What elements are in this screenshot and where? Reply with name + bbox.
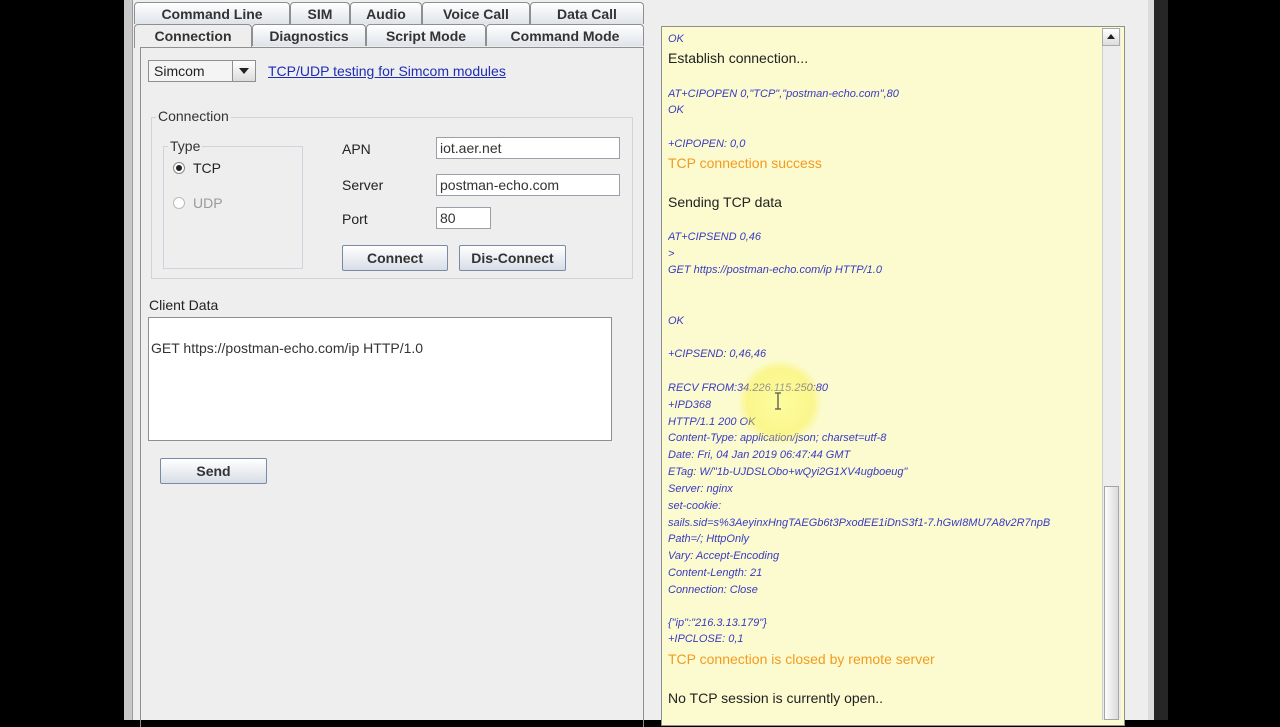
chevron-down-icon[interactable] [232, 61, 255, 81]
console-line: Sending TCP data [668, 194, 782, 210]
module-header-link[interactable]: TCP/UDP testing for Simcom modules [268, 63, 506, 79]
client-data-textarea[interactable]: GET https://postman-echo.com/ip HTTP/1.0 [148, 317, 612, 441]
console-line: TCP connection success [668, 155, 822, 171]
console-line: GET https://postman-echo.com/ip HTTP/1.0 [668, 264, 882, 276]
apn-input[interactable]: iot.aer.net [436, 137, 620, 159]
console-line: +CIPSEND: 0,46,46 [668, 348, 767, 360]
tab-data-call[interactable]: Data Call [530, 2, 644, 24]
server-input[interactable]: postman-echo.com [436, 174, 620, 196]
console-line: Content-Length: 21 [668, 567, 763, 579]
console-line: Path=/; HttpOnly [668, 533, 750, 545]
tab-voice-call[interactable]: Voice Call [422, 2, 530, 24]
port-label: Port [342, 211, 368, 227]
console-line: Vary: Accept-Encoding [668, 550, 780, 562]
client-data-label: Client Data [149, 297, 219, 313]
window-left-edge [124, 0, 133, 720]
tab-diagnostics[interactable]: Diagnostics [252, 24, 366, 46]
console-top-bar [661, 0, 1148, 24]
tcp-radio-label: TCP [193, 160, 221, 176]
console-line: set-cookie: [668, 500, 722, 512]
console-line: Date: Fri, 04 Jan 2019 06:47:44 GMT [668, 449, 851, 461]
module-select[interactable]: Simcom [148, 60, 256, 82]
tab-command-line[interactable]: Command Line [134, 2, 290, 24]
console-line: AT+CIPSEND 0,46 [668, 231, 762, 243]
desktop-strip [1154, 0, 1168, 720]
udp-radio-label: UDP [193, 195, 223, 211]
console-line: OK [668, 33, 684, 45]
console-line: TCP connection is closed by remote serve… [668, 651, 935, 667]
type-group-title: Type [168, 138, 203, 154]
disconnect-button[interactable]: Dis-Connect [459, 245, 566, 271]
console-line: OK [668, 315, 684, 327]
tab-sim[interactable]: SIM [290, 2, 350, 24]
text-cursor-icon [775, 392, 781, 410]
console-line: +IPD368 [668, 399, 712, 411]
console-line: OK [668, 104, 684, 116]
console-line: ETag: W/"1b-UJDSLObo+wQyi2G1XV4ugboeug" [668, 466, 908, 478]
tab-script-mode[interactable]: Script Mode [366, 24, 486, 46]
console-line: Connection: Close [668, 584, 758, 596]
send-button[interactable]: Send [160, 458, 267, 484]
connection-group-title: Connection [156, 108, 231, 124]
connect-button[interactable]: Connect [342, 245, 448, 271]
scrollbar-thumb[interactable] [1104, 486, 1119, 720]
port-input[interactable]: 80 [436, 207, 491, 229]
apn-label: APN [342, 141, 371, 157]
console-line: {"ip":"216.3.13.179"} [668, 617, 767, 629]
console-line: Server: nginx [668, 483, 733, 495]
scroll-up-arrow-icon[interactable] [1102, 28, 1120, 46]
console-line: > [668, 248, 675, 260]
module-select-value: Simcom [154, 63, 205, 79]
tab-connection[interactable]: Connection [134, 24, 252, 48]
console-line: Establish connection... [668, 50, 809, 66]
console-line: sails.sid=s%3AeyinxHngTAEGb6t3PxodEE1iDn… [668, 517, 1051, 529]
console-log[interactable]: OK Establish connection... AT+CIPOPEN 0,"T… [668, 28, 1102, 720]
tab-command-mode[interactable]: Command Mode [486, 24, 644, 46]
udp-radio[interactable] [173, 197, 185, 209]
console-line: +IPCLOSE: 0,1 [668, 633, 744, 645]
console-line: AT+CIPOPEN 0,"TCP","postman-echo.com",80 [668, 88, 899, 100]
server-label: Server [342, 177, 384, 193]
tab-audio[interactable]: Audio [350, 2, 422, 24]
console-line: No TCP session is currently open.. [668, 690, 884, 706]
tcp-radio[interactable] [173, 162, 185, 174]
console-line: +CIPOPEN: 0,0 [668, 138, 746, 150]
